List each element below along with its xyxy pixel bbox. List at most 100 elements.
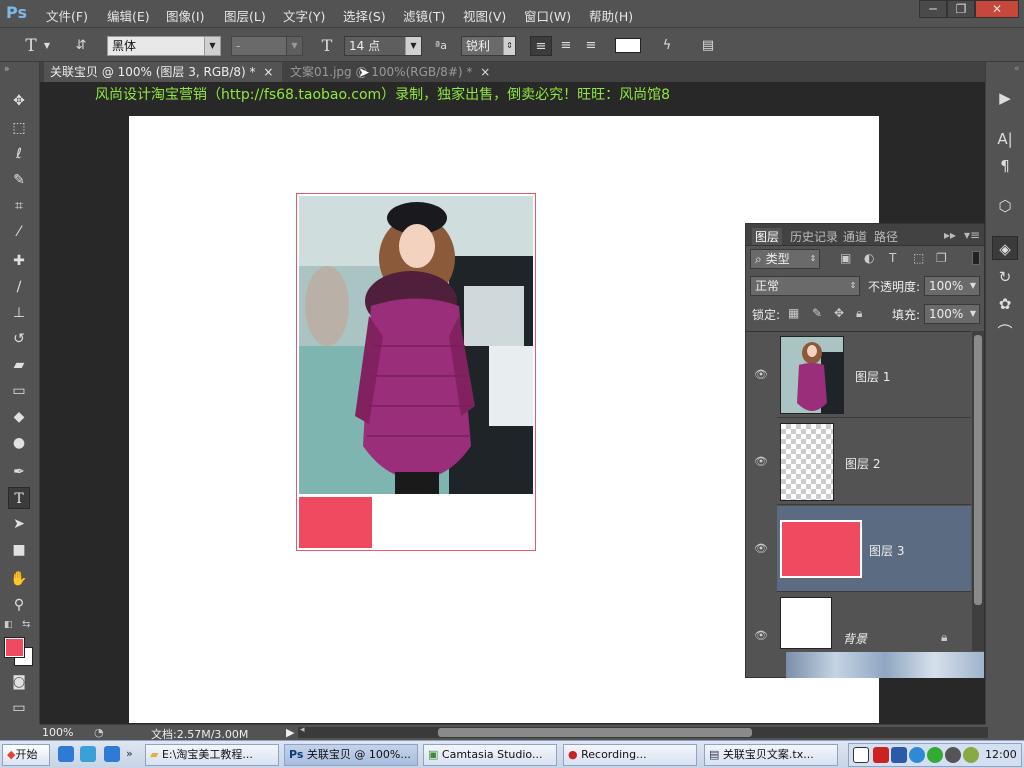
taskbar-button-camtasia[interactable]: ▣ Camtasia Studio... [423, 744, 557, 766]
warp-text-icon[interactable]: ϟ [656, 36, 678, 56]
tab-close-icon[interactable]: × [480, 65, 490, 79]
antialias-select[interactable]: 锐利 ⇕ [461, 36, 516, 56]
zoom-tool-icon[interactable]: ⚲ [8, 594, 30, 616]
chevron-down-icon[interactable]: ▼ [42, 36, 52, 56]
menu-edit[interactable]: 编辑(E) [107, 6, 150, 25]
pen-tool-icon[interactable]: ✒ [8, 461, 30, 483]
taskbar-button-notepad[interactable]: ▤ 关联宝贝文案.tx... [704, 744, 838, 766]
layer-row-3-selected[interactable]: 图层 3 [777, 506, 971, 592]
collapse-icon[interactable]: » [4, 65, 10, 75]
lock-transparent-icon[interactable]: ▦ [788, 306, 799, 320]
more-icon[interactable]: » [126, 747, 133, 760]
play-icon[interactable]: ▶ [992, 86, 1018, 110]
quick-select-tool-icon[interactable]: ✎ [8, 169, 30, 191]
filter-adjustment-icon[interactable]: ◐ [864, 251, 874, 265]
ime-icon[interactable] [853, 747, 869, 763]
minimize-button[interactable]: ─ [919, 0, 947, 18]
tray-network-icon[interactable] [891, 747, 907, 763]
opacity-input[interactable]: 100% ▼ [924, 276, 980, 296]
tray-app-icon[interactable] [909, 747, 925, 763]
path-select-tool-icon[interactable]: ➤ [8, 513, 30, 535]
horizontal-scrollbar-thumb[interactable] [438, 728, 752, 737]
quicklaunch-icon[interactable] [80, 746, 96, 762]
text-orientation-icon[interactable]: ⇵ [70, 36, 92, 56]
foreground-color-swatch[interactable] [4, 637, 25, 658]
brush-tool-icon[interactable]: ∕ [8, 276, 30, 298]
move-tool-icon[interactable]: ✥ [8, 90, 30, 112]
swap-colors-icon[interactable]: ⇆ [22, 619, 30, 630]
layer-row-1[interactable]: 图层 1 [777, 332, 971, 418]
gradient-tool-icon[interactable]: ▭ [8, 380, 30, 402]
restore-button[interactable]: ❐ [947, 0, 975, 18]
fill-input[interactable]: 100% ▼ [924, 304, 980, 324]
3d-icon[interactable]: ⬡ [992, 194, 1018, 218]
align-center-icon[interactable]: ≡ [555, 36, 577, 56]
lock-image-icon[interactable]: ✎ [812, 306, 822, 320]
type-tool-icon[interactable]: T [8, 487, 30, 509]
quick-mask-icon[interactable]: ◙ [8, 671, 30, 693]
tab-channels[interactable]: 通道 [843, 228, 867, 245]
layers-scrollbar-track[interactable] [972, 331, 984, 651]
tray-security-icon[interactable] [927, 747, 943, 763]
volume-icon[interactable] [945, 747, 961, 763]
stamp-tool-icon[interactable]: ⊥ [8, 302, 30, 324]
visibility-eye-icon[interactable]: 👁︎ [754, 542, 770, 555]
layer-row-background[interactable]: 背景 🔒︎ [777, 593, 971, 651]
default-colors-icon[interactable]: ◧ [4, 620, 13, 630]
blur-tool-icon[interactable]: ◆ [8, 406, 30, 428]
paths-icon[interactable]: ⌒ [992, 320, 1018, 344]
status-info-icon[interactable]: ◔ [94, 726, 104, 739]
paragraph-icon[interactable]: ¶ [992, 154, 1018, 178]
ie-icon[interactable] [104, 746, 120, 762]
character-icon[interactable]: A| [992, 127, 1018, 151]
ie-icon[interactable] [58, 746, 74, 762]
red-color-block[interactable] [299, 497, 372, 548]
tab-document-active[interactable]: 关联宝贝 @ 100% (图层 3, RGB/8) * × [44, 62, 282, 82]
menu-view[interactable]: 视图(V) [463, 6, 506, 25]
tab-document-inactive[interactable]: 文案01.jpg @ 100%(RGB/8#) * × [284, 62, 490, 82]
status-menu-arrow-icon[interactable]: ▶ [286, 726, 294, 739]
menu-image[interactable]: 图像(I) [166, 6, 204, 25]
filter-type-icon[interactable]: T [889, 251, 896, 265]
align-left-icon[interactable]: ≡ [530, 36, 552, 56]
close-window-button[interactable]: ✕ [975, 0, 1019, 18]
eraser-tool-icon[interactable]: ▰ [8, 354, 30, 376]
tab-layers[interactable]: 图层 [752, 228, 783, 245]
zoom-level[interactable]: 100% [42, 726, 73, 739]
layers-icon[interactable]: ◈ [992, 236, 1018, 260]
visibility-eye-icon[interactable]: 👁︎ [754, 455, 770, 468]
collapse-panel-icon[interactable]: ▸▸ [944, 228, 956, 242]
visibility-eye-icon[interactable]: 👁︎ [754, 629, 770, 642]
shape-tool-icon[interactable]: ■ [8, 539, 30, 561]
crop-tool-icon[interactable]: ⌗ [8, 195, 30, 217]
layer-filter-select[interactable]: ⌕ 类型 ⇕ [750, 249, 820, 269]
menu-type[interactable]: 文字(Y) [283, 6, 325, 25]
tab-paths[interactable]: 路径 [874, 228, 898, 245]
tab-close-icon[interactable]: × [263, 65, 273, 79]
eyedropper-tool-icon[interactable]: ⁄ [8, 221, 30, 243]
type-tool-preset-icon[interactable]: T [20, 36, 42, 56]
start-button[interactable]: ◆开始 [2, 744, 50, 766]
menu-layer[interactable]: 图层(L) [224, 6, 266, 25]
taskbar-button-photoshop[interactable]: Ps 关联宝贝 @ 100%... [284, 744, 418, 766]
character-panel-icon[interactable]: ▤ [697, 36, 719, 56]
menu-select[interactable]: 选择(S) [343, 6, 386, 25]
filter-smart-object-icon[interactable]: ❐ [936, 251, 947, 265]
font-style-select[interactable]: - ▼ [231, 36, 303, 56]
lock-position-icon[interactable]: ✥ [834, 306, 844, 320]
marquee-tool-icon[interactable]: ⬚ [8, 117, 30, 139]
tab-history[interactable]: 历史记录 [790, 228, 838, 245]
font-family-select[interactable]: 黑体 ▼ [107, 36, 221, 56]
lasso-tool-icon[interactable]: ℓ [8, 143, 30, 165]
scroll-left-icon[interactable]: ◂ [300, 725, 305, 735]
channels-icon[interactable]: ✿ [992, 292, 1018, 316]
healing-tool-icon[interactable]: ✚ [8, 250, 30, 272]
visibility-eye-icon[interactable]: 👁︎ [754, 368, 770, 381]
font-size-select[interactable]: 14 点 ▼ [344, 36, 422, 56]
collapse-icon[interactable]: « [1014, 64, 1020, 74]
menu-filter[interactable]: 滤镜(T) [403, 6, 445, 25]
horizontal-scrollbar-track[interactable]: ◂ [298, 725, 988, 738]
filter-pixel-icon[interactable]: ▣ [840, 251, 851, 265]
menu-file[interactable]: 文件(F) [46, 6, 88, 25]
layers-scrollbar-thumb[interactable] [974, 335, 982, 605]
